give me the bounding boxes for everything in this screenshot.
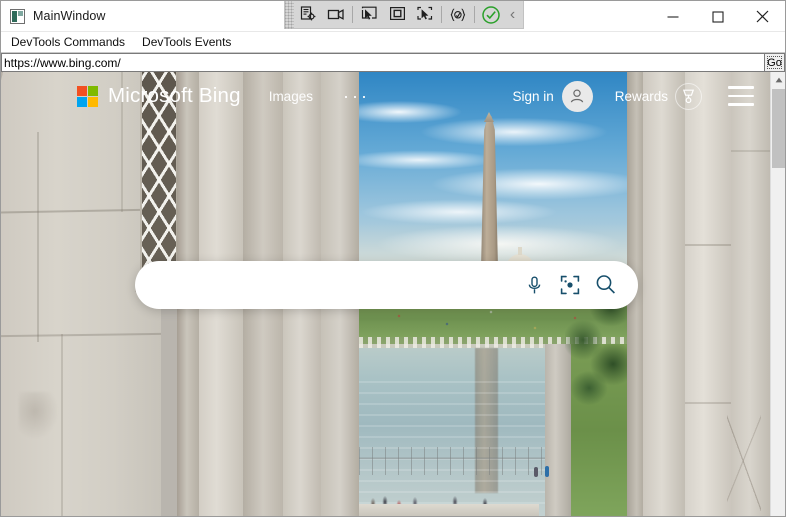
rewards-medal-icon[interactable] <box>675 82 702 110</box>
application-icon <box>10 8 25 24</box>
url-input[interactable] <box>1 53 764 72</box>
rewards-link[interactable]: Rewards <box>615 89 668 104</box>
code-snippet-icon[interactable] <box>444 2 472 28</box>
hamburger-menu-icon[interactable] <box>728 86 754 106</box>
menu-item-devtools-commands[interactable]: DevTools Commands <box>9 34 127 50</box>
bing-logo-text: Microsoft Bing <box>108 84 241 107</box>
address-bar: Go <box>1 52 785 72</box>
browser-viewport: Microsoft Bing Images ··· Sign in Reward… <box>1 72 785 516</box>
toolbar-overflow-chevron-icon[interactable]: ‹ <box>505 2 520 28</box>
sign-in-link[interactable]: Sign in <box>512 89 553 104</box>
title-bar: MainWindow ‹ <box>1 1 785 32</box>
minimize-button[interactable] <box>650 1 695 32</box>
microsoft-logo-icon <box>77 85 98 107</box>
person-avatar-icon[interactable] <box>561 80 593 112</box>
microphone-icon[interactable] <box>516 263 552 307</box>
record-video-icon[interactable] <box>322 2 350 28</box>
microsoft-bing-logo[interactable]: Microsoft Bing <box>77 84 241 108</box>
bing-header-right: Sign in Rewards <box>512 80 772 112</box>
toolbar-separator <box>441 6 442 23</box>
go-button[interactable]: Go <box>764 53 785 72</box>
menu-item-devtools-events[interactable]: DevTools Events <box>140 34 233 50</box>
page-scrollbar[interactable] <box>770 72 785 516</box>
nav-more-icon[interactable]: ··· <box>343 87 370 105</box>
toolbar-separator <box>474 6 475 23</box>
nav-link-images[interactable]: Images <box>269 89 313 104</box>
visual-search-icon[interactable] <box>552 263 588 307</box>
verify-icon[interactable] <box>477 2 505 28</box>
bing-search-box <box>135 261 638 309</box>
scrollbar-thumb[interactable] <box>772 89 785 168</box>
main-window: MainWindow ‹ DevTools Commands DevTools … <box>0 0 786 517</box>
title-bar-left: MainWindow <box>1 8 106 24</box>
menu-bar: DevTools Commands DevTools Events <box>1 32 785 52</box>
inspect-element-properties-icon[interactable] <box>294 2 322 28</box>
highlight-element-icon[interactable] <box>383 2 411 28</box>
toolbar-separator <box>352 6 353 23</box>
bing-header: Microsoft Bing Images ··· Sign in Reward… <box>1 72 772 120</box>
devtools-toolbar: ‹ <box>284 1 524 29</box>
scroll-up-button[interactable] <box>771 72 785 87</box>
search-magnifier-icon[interactable] <box>588 263 624 307</box>
select-element-icon[interactable] <box>355 2 383 28</box>
capture-region-icon[interactable] <box>411 2 439 28</box>
window-title: MainWindow <box>33 9 106 23</box>
close-button[interactable] <box>740 1 785 32</box>
search-input[interactable] <box>135 276 516 294</box>
window-controls <box>650 1 785 32</box>
toolbar-drag-grip[interactable] <box>285 1 294 29</box>
maximize-button[interactable] <box>695 1 740 32</box>
bing-homepage: Microsoft Bing Images ··· Sign in Reward… <box>1 72 772 516</box>
